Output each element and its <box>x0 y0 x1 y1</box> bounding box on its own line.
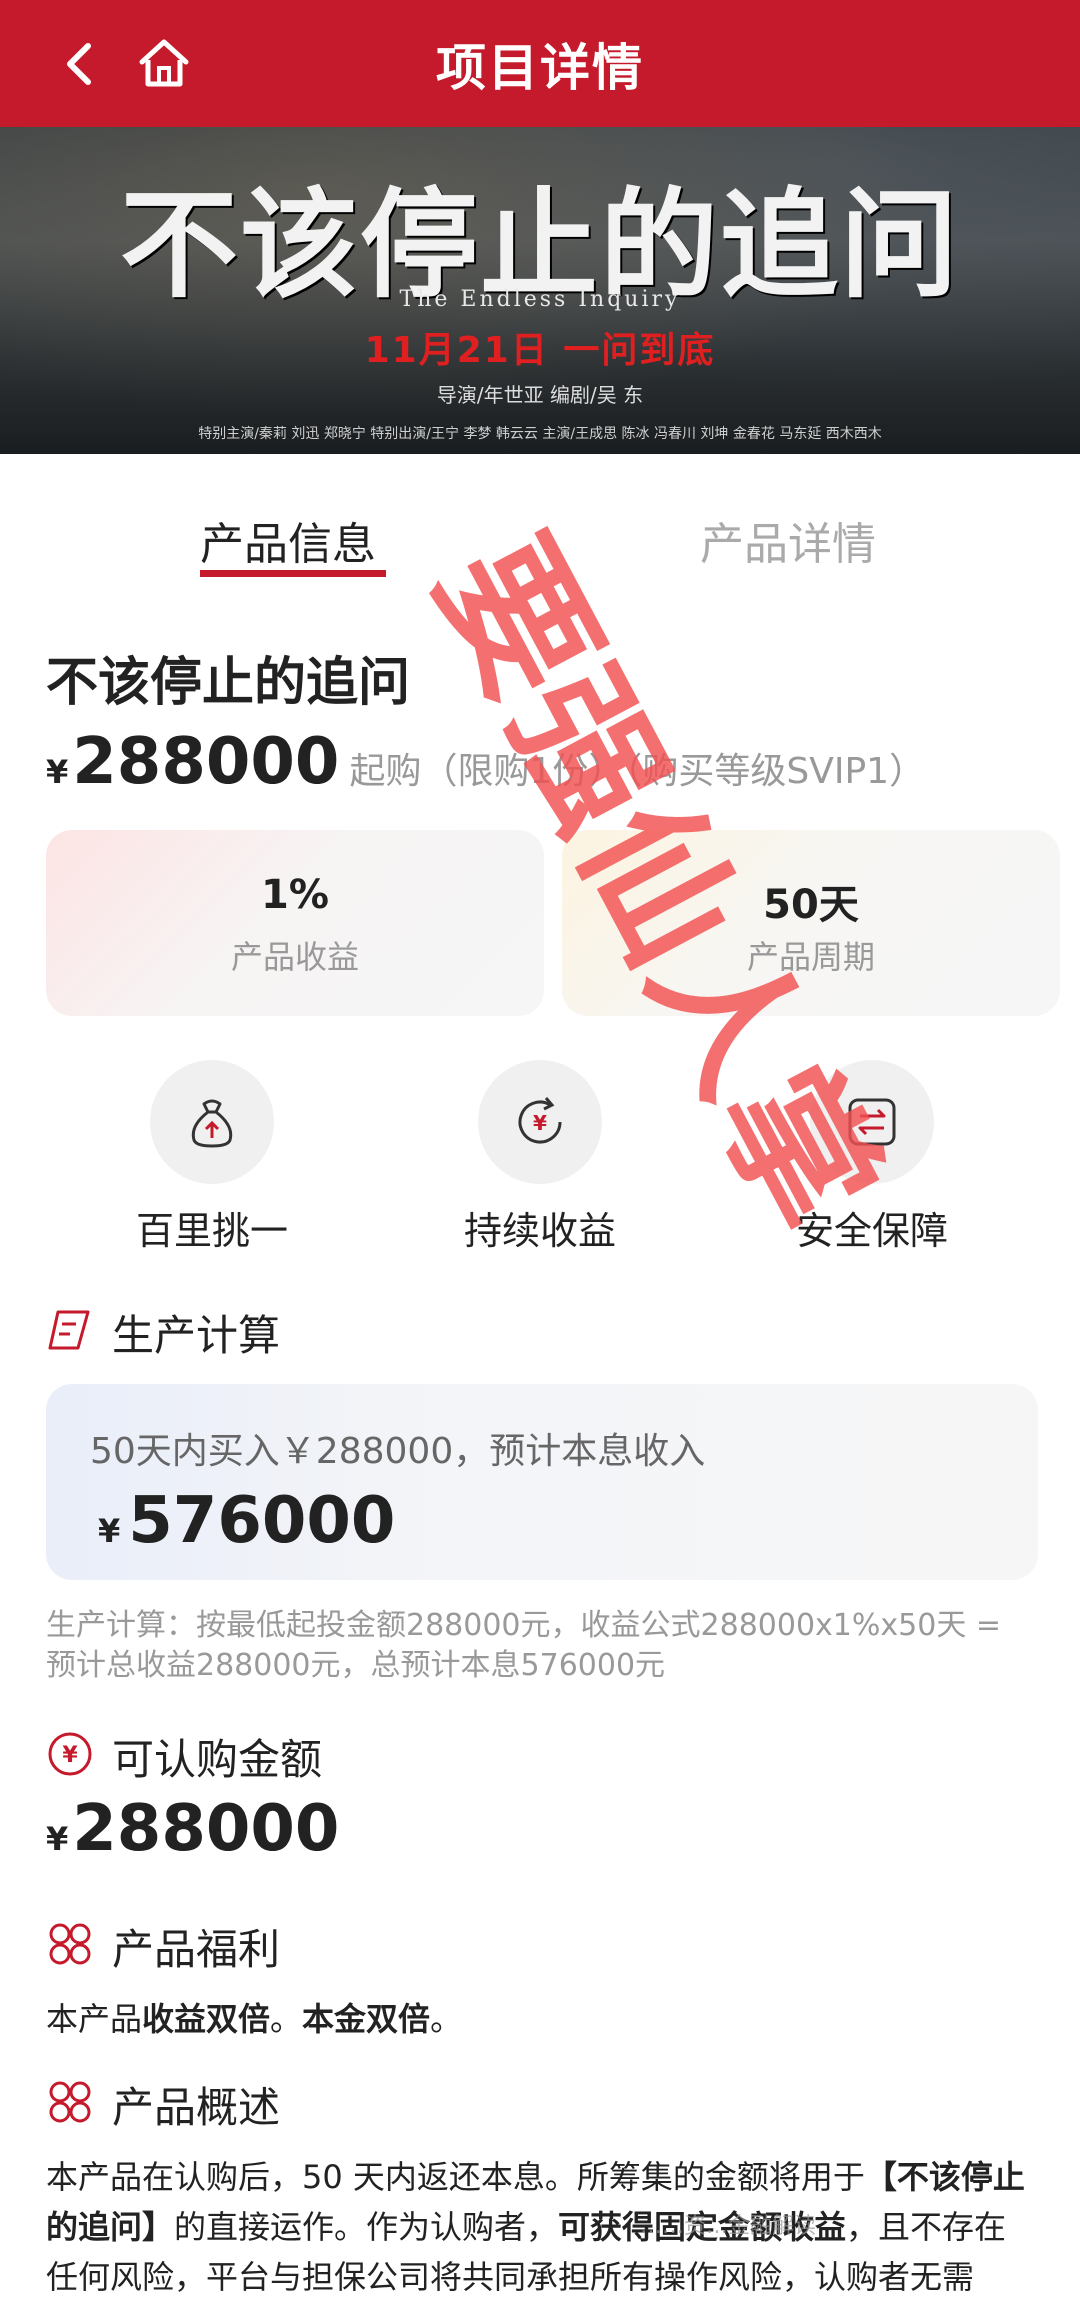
clover-icon <box>49 1923 91 1965</box>
receipt-icon <box>48 1310 90 1350</box>
feature-label: 持续收益 <box>463 1209 616 1253</box>
calc-formula: 生产计算：按最低起投金额288000元，收益公式288000x1%x50天 = … <box>46 1608 1001 1683</box>
product-price: 288000 <box>72 725 340 799</box>
overview-part1: 本产品在认购后，50 天内返还本息。所筹集的金额将用于 <box>46 2158 865 2196</box>
price-row: ¥288000 起购（限购1份）（购买等级SVIP1） <box>46 725 926 799</box>
source-credit: ……资…金融解读 <box>640 2214 817 2239</box>
poster-release-date: 11月21日 一问到底 <box>364 330 716 371</box>
clover-icon <box>49 2081 91 2123</box>
feature-icon-circle <box>150 1060 274 1184</box>
yield-card: 1% 产品收益 <box>46 830 544 1016</box>
calc-total: ¥576000 <box>98 1484 395 1558</box>
section-title: 生产计算 <box>112 1311 281 1360</box>
tab-active-indicator <box>200 570 386 577</box>
top-nav-bar: 项目详情 <box>0 0 1080 127</box>
currency-symbol: ¥ <box>46 1820 69 1858</box>
subscribable-amount: ¥288000 <box>46 1792 339 1866</box>
period-label: 产品周期 <box>746 938 875 976</box>
page-title: 项目详情 <box>436 39 644 97</box>
calc-amount: 576000 <box>128 1484 396 1558</box>
product-name: 不该停止的追问 <box>46 653 411 713</box>
yield-value: 1% <box>261 872 329 918</box>
overview-text: 本产品在认购后，50 天内返还本息。所筹集的金额将用于【不该停止的追问】的直接运… <box>46 2152 1036 2302</box>
feature-label: 百里挑一 <box>135 1209 288 1253</box>
currency-symbol: ¥ <box>98 1512 121 1550</box>
exchange-icon <box>848 1098 896 1146</box>
poster-director: 导演/年世亚 编剧/吴 东 <box>436 383 644 407</box>
section-title: 可认购金额 <box>112 1735 323 1784</box>
overview-part2: 的直接运作。作为认购者， <box>174 2208 559 2246</box>
welfare-bold-principal: 本金双倍 <box>302 2000 431 2038</box>
tab-product-details[interactable]: 产品详情 <box>700 508 876 572</box>
calc-description: 50天内买入￥288000，预计本息收入 <box>90 1431 706 1472</box>
welfare-suffix: 。 <box>430 2000 463 2038</box>
period-card: 50天 产品周期 <box>562 830 1060 1016</box>
yen-cycle-icon: ¥ <box>518 1097 562 1144</box>
calc-box: 50天内买入￥288000，预计本息收入 ¥576000 <box>46 1384 1038 1580</box>
movie-poster-banner: 不该停止的追问 The Endless Inquiry 11月21日 一问到底 … <box>0 127 1080 454</box>
section-title: 产品福利 <box>112 1925 281 1974</box>
money-bag-icon <box>191 1099 233 1148</box>
yen-circle-icon: ¥ <box>48 1732 92 1776</box>
welfare-text: 本产品收益双倍。本金双倍。 <box>46 1994 462 2040</box>
currency-symbol: ¥ <box>46 753 69 791</box>
feature-icon-circle <box>810 1060 934 1184</box>
welfare-prefix: 本产品 <box>46 2000 143 2038</box>
svg-text:¥: ¥ <box>62 1743 78 1768</box>
welfare-bold-income: 收益双倍 <box>142 2000 271 2038</box>
subscribable-value: 288000 <box>72 1792 340 1866</box>
welfare-sep: 。 <box>270 2000 303 2038</box>
poster-english-title: The Endless Inquiry <box>399 287 681 312</box>
feature-icon-circle: ¥ <box>478 1060 602 1184</box>
section-title: 产品概述 <box>112 2083 281 2132</box>
yield-label: 产品收益 <box>230 938 359 976</box>
svg-text:¥: ¥ <box>533 1111 547 1135</box>
period-value: 50天 <box>763 882 859 928</box>
feature-label: 安全保障 <box>795 1209 948 1253</box>
tab-product-info[interactable]: 产品信息 <box>200 508 376 572</box>
price-note: 起购（限购1份）（购买等级SVIP1） <box>349 751 926 792</box>
poster-cast: 特别主演/秦莉 刘迅 郑晓宁 特别出演/王宁 李梦 韩云云 主演/王成思 陈冰 … <box>198 426 882 442</box>
